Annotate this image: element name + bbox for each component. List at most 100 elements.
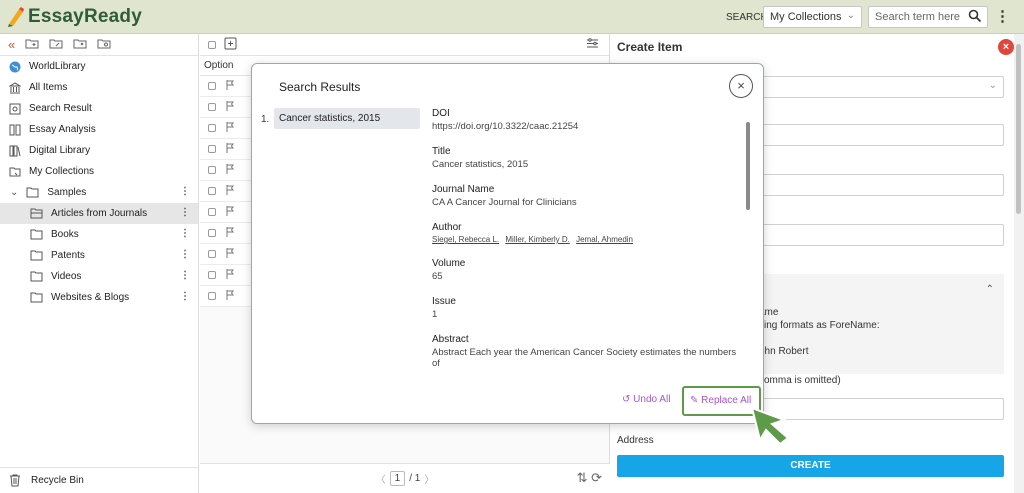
- modal-title: Search Results: [279, 80, 361, 94]
- close-icon[interactable]: ×: [729, 74, 753, 98]
- sidebar-folder-websites[interactable]: Websites & Blogs ⋮: [0, 287, 198, 308]
- flag-icon[interactable]: [226, 226, 235, 240]
- row-checkbox[interactable]: [208, 145, 216, 153]
- prev-page-icon[interactable]: 〈: [376, 471, 386, 486]
- add-item-icon[interactable]: [224, 37, 237, 53]
- sidebar-item-all-items[interactable]: All Items: [0, 77, 198, 98]
- close-panel-icon[interactable]: ×: [998, 39, 1014, 55]
- sidebar-folder-articles[interactable]: Articles from Journals ⋮: [0, 203, 198, 224]
- sidebar-folder-books[interactable]: Books ⋮: [0, 224, 198, 245]
- sort-icon[interactable]: ⇅: [577, 470, 588, 485]
- app-name: EssayReady: [28, 6, 142, 27]
- sidebar-folder-patents[interactable]: Patents ⋮: [0, 245, 198, 266]
- field-label: Author: [432, 222, 462, 233]
- collection-select[interactable]: My Collections ⌄: [763, 6, 862, 28]
- row-checkbox[interactable]: [208, 250, 216, 258]
- folder-settings-icon[interactable]: [97, 38, 111, 52]
- bank-icon: [8, 81, 21, 94]
- result-item[interactable]: Cancer statistics, 2015: [274, 108, 420, 129]
- app-logo[interactable]: EssayReady: [6, 6, 142, 28]
- flag-icon[interactable]: [226, 163, 235, 177]
- create-button[interactable]: CREATE: [617, 455, 1004, 477]
- chevron-up-icon[interactable]: ⌃: [986, 284, 994, 295]
- row-checkbox[interactable]: [208, 292, 216, 300]
- panel-title: Create Item: [617, 40, 683, 54]
- next-page-icon[interactable]: 〉: [424, 471, 434, 486]
- select-all-checkbox[interactable]: [208, 40, 216, 49]
- folder-menu-icon[interactable]: ⋮: [180, 228, 190, 239]
- folder-menu-icon[interactable]: ⋮: [180, 186, 190, 197]
- sidebar-folder-samples[interactable]: ⌄ Samples ⋮: [0, 182, 198, 203]
- list-toolbar: [200, 34, 609, 56]
- flag-icon[interactable]: [226, 268, 235, 282]
- undo-all-button[interactable]: ↺ Undo All: [622, 394, 670, 405]
- folder-menu-icon[interactable]: ⋮: [180, 291, 190, 302]
- row-checkbox[interactable]: [208, 124, 216, 132]
- collections-icon: [8, 165, 21, 178]
- sidebar-item-essay-analysis[interactable]: Essay Analysis: [0, 119, 198, 140]
- sidebar-item-label: Search Result: [29, 103, 92, 114]
- more-menu-icon[interactable]: ⋮: [995, 7, 1010, 25]
- sidebar-item-search-result[interactable]: Search Result: [0, 98, 198, 119]
- folder-open-icon: [26, 186, 39, 199]
- row-checkbox[interactable]: [208, 208, 216, 216]
- author-link[interactable]: Jemal, Ahmedin: [576, 235, 633, 244]
- flag-icon[interactable]: [226, 121, 235, 135]
- flag-icon[interactable]: [226, 100, 235, 114]
- detail-scrollbar[interactable]: [746, 114, 750, 376]
- row-checkbox[interactable]: [208, 166, 216, 174]
- author-hint-4: comma is omitted): [759, 375, 841, 386]
- folder-menu-icon[interactable]: ⋮: [180, 249, 190, 260]
- flag-icon[interactable]: [226, 205, 235, 219]
- sidebar-item-my-collections[interactable]: My Collections: [0, 161, 198, 182]
- edit-folder-icon[interactable]: [49, 38, 63, 52]
- volume-field[interactable]: [759, 224, 1004, 246]
- scrollbar-thumb[interactable]: [1016, 44, 1021, 214]
- new-folder-icon[interactable]: [25, 38, 39, 52]
- search-input[interactable]: Search term here: [868, 6, 988, 28]
- undo-icon: ↺: [622, 394, 631, 405]
- folder-menu-icon[interactable]: ⋮: [180, 207, 190, 218]
- folder-label: Books: [51, 229, 79, 240]
- analysis-icon: [8, 123, 21, 136]
- author-list: Siegel, Rebecca L. Miller, Kimberly D. J…: [432, 235, 744, 244]
- result-detail: DOI https://doi.org/10.3322/caac.21254 T…: [432, 108, 744, 383]
- sidebar-item-worldlibrary[interactable]: WorldLibrary: [0, 56, 198, 77]
- scrollbar-thumb[interactable]: [746, 122, 750, 210]
- item-type-select[interactable]: ⌄: [759, 76, 1004, 98]
- search-icon[interactable]: [968, 9, 982, 26]
- search-label: SEARCH: [726, 12, 768, 23]
- row-checkbox[interactable]: [208, 229, 216, 237]
- author-link[interactable]: Miller, Kimberly D.: [505, 235, 569, 244]
- page-input[interactable]: 1: [389, 471, 406, 486]
- collapse-sidebar-icon[interactable]: «: [8, 37, 15, 52]
- journal-field[interactable]: [759, 174, 1004, 196]
- row-checkbox[interactable]: [208, 82, 216, 90]
- row-checkbox[interactable]: [208, 271, 216, 279]
- flag-icon[interactable]: [226, 79, 235, 93]
- row-checkbox[interactable]: [208, 103, 216, 111]
- field-value: CA A Cancer Journal for Clinicians: [432, 197, 577, 208]
- sidebar-folder-videos[interactable]: Videos ⋮: [0, 266, 198, 287]
- page-scrollbar[interactable]: [1014, 34, 1024, 493]
- flag-icon[interactable]: [226, 184, 235, 198]
- row-checkbox[interactable]: [208, 187, 216, 195]
- flag-icon[interactable]: [226, 142, 235, 156]
- folder-menu-icon[interactable]: ⋮: [180, 270, 190, 281]
- refresh-icon[interactable]: ⟳: [591, 470, 602, 485]
- chevron-down-icon: ⌄: [988, 80, 997, 91]
- sidebar-toolbar: «: [0, 34, 198, 56]
- author-link[interactable]: Siegel, Rebecca L.: [432, 235, 499, 244]
- pencil-logo-icon: [6, 7, 24, 27]
- flag-icon[interactable]: [226, 289, 235, 303]
- title-field[interactable]: [759, 124, 1004, 146]
- filter-settings-icon[interactable]: [586, 37, 599, 52]
- flag-icon[interactable]: [226, 247, 235, 261]
- search-results-modal: Search Results × 1. Cancer statistics, 2…: [251, 63, 764, 424]
- recycle-bin[interactable]: Recycle Bin: [0, 467, 199, 493]
- folder-icon: [30, 270, 43, 283]
- sidebar-item-label: Digital Library: [29, 145, 91, 156]
- delete-folder-icon[interactable]: [73, 38, 87, 52]
- sidebar-item-digital-library[interactable]: Digital Library: [0, 140, 198, 161]
- chevron-down-icon[interactable]: ⌄: [10, 187, 18, 198]
